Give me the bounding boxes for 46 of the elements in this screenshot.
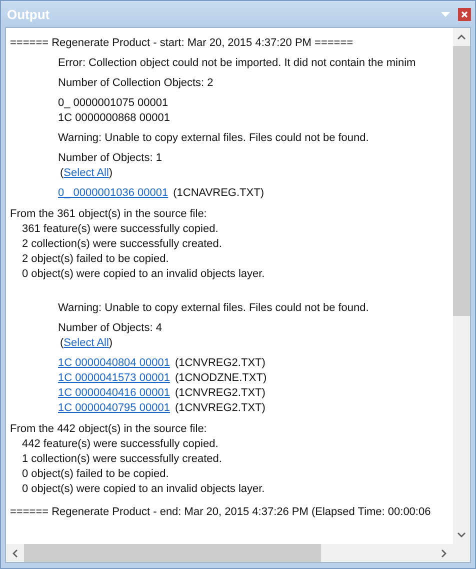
summary-line: 2 collection(s) were successfully created. <box>21 237 223 252</box>
log-message: 0_ 0000001075 00001 <box>57 96 170 111</box>
select-all-link[interactable]: Select All <box>64 167 109 179</box>
scroll-right-icon[interactable] <box>441 548 447 558</box>
object-link[interactable]: 1C 0000041573 00001 <box>58 372 170 384</box>
file-name: (1CNODZNE.TXT) <box>174 372 267 384</box>
summary-line: 0 object(s) failed to be copied. <box>21 467 170 482</box>
select-all-link[interactable]: Select All <box>64 337 109 349</box>
window-title: Output <box>7 6 51 22</box>
file-name: (1CNVREG2.TXT) <box>174 387 266 399</box>
scroll-down-icon[interactable] <box>457 532 466 538</box>
file-name: (1CNVREG2.TXT) <box>174 402 266 414</box>
parenthesis: ) <box>108 167 113 179</box>
summary-title: From the 442 object(s) in the source file: <box>9 422 208 437</box>
object-link[interactable]: 1C 0000040416 00001 <box>58 387 170 399</box>
summary-line: 442 feature(s) were successfully copied. <box>21 437 220 452</box>
object-link[interactable]: 1C 0000040795 00001 <box>58 402 170 414</box>
parenthesis: ( <box>60 167 64 179</box>
scrollbar-thumb[interactable] <box>453 46 470 316</box>
log-header: ====== Regenerate Product - start: Mar 20, 2015 4:37:20 PM ====== <box>9 36 354 51</box>
log-message: Number of Objects: 1 <box>57 151 163 166</box>
horizontal-scrollbar[interactable] <box>6 544 453 562</box>
log-header: ====== Regenerate Product - end: Mar 20, 2015 4:37:26 PM (Elapsed Time: 00:00:06 <box>9 505 432 520</box>
log-message: Number of Objects: 4 <box>57 321 163 336</box>
object-link[interactable]: 1C 0000040804 00001 <box>58 357 170 369</box>
summary-line: 361 feature(s) were successfully copied. <box>21 222 220 237</box>
vertical-scrollbar[interactable] <box>453 28 470 544</box>
scroll-left-icon[interactable] <box>12 548 18 558</box>
summary-line: 2 object(s) failed to be copied. <box>21 252 170 267</box>
scrollbar-thumb[interactable] <box>24 544 321 562</box>
log-message: Warning: Unable to copy external files. Files could not be found. <box>57 131 370 146</box>
summary-line: 0 object(s) were copied to an invalid objects layer. <box>21 267 266 282</box>
close-icon[interactable] <box>458 8 471 20</box>
summary-line: 0 object(s) were copied to an invalid objects layer. <box>21 482 266 497</box>
summary-line: 1 collection(s) were successfully created. <box>21 452 223 467</box>
log-message: 1C 0000000868 00001 <box>57 111 171 126</box>
summary-title: From the 361 object(s) in the source file: <box>9 207 208 222</box>
log-message: Warning: Unable to copy external files. Files could not be found. <box>57 301 370 316</box>
file-name: (1CNVREG2.TXT) <box>174 357 266 369</box>
scroll-up-icon[interactable] <box>457 34 466 40</box>
log-message: Error: Collection object could not be imported. It did not contain the minim <box>57 56 417 71</box>
file-name: (1CNAVREG.TXT) <box>173 187 264 199</box>
log-message: Number of Collection Objects: 2 <box>57 76 214 91</box>
parenthesis: ) <box>108 337 113 349</box>
parenthesis: ( <box>60 337 64 349</box>
object-link[interactable]: 0_ 0000001036 00001 <box>58 187 168 199</box>
